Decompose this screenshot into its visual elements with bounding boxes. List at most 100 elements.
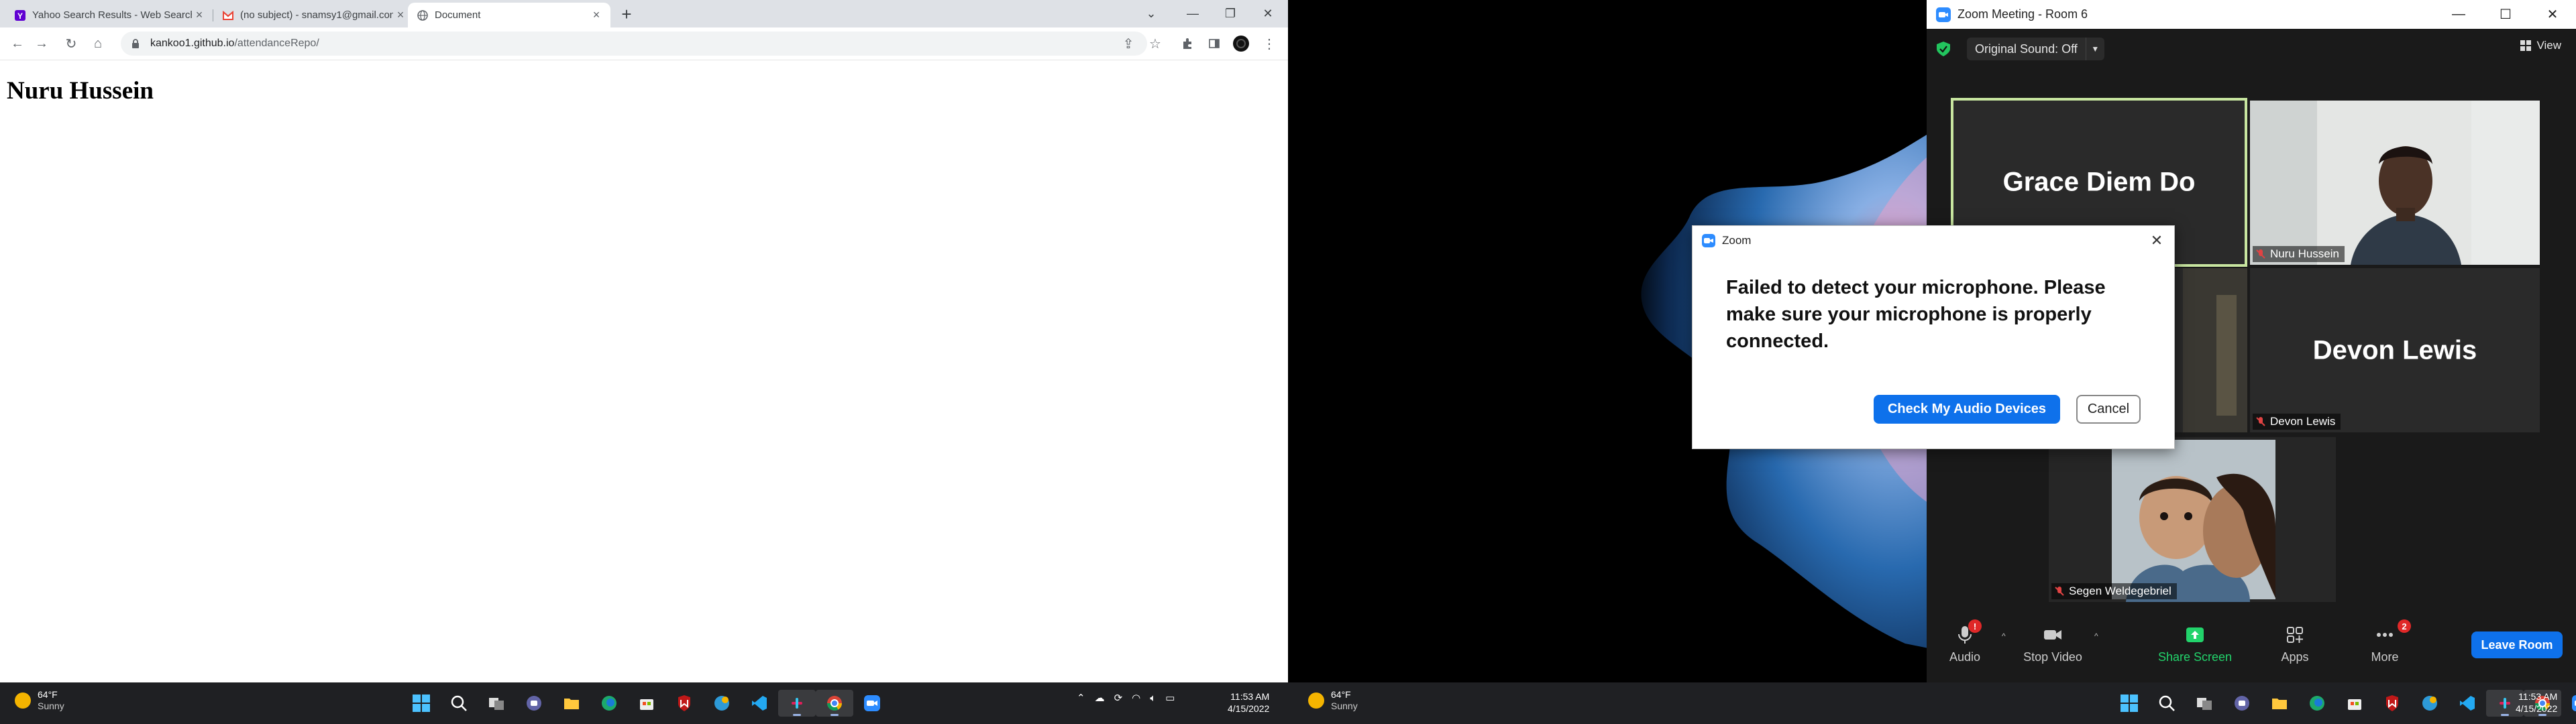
participant-name-tag: Nuru Hussein (2253, 246, 2345, 262)
zoom-close-button[interactable]: ✕ (2529, 0, 2576, 29)
tab-gmail[interactable]: (no subject) - snamsy1@gmail.com × (213, 3, 415, 27)
system-clock[interactable]: 11:53 AM 4/15/2022 (2516, 690, 2557, 715)
chevron-down-icon[interactable]: ⌄ (1132, 0, 1170, 27)
new-tab-button[interactable]: + (617, 4, 636, 24)
slack-icon[interactable] (778, 690, 816, 717)
muted-mic-icon (2054, 586, 2065, 597)
search-icon[interactable] (2148, 690, 2186, 717)
extensions-icon[interactable] (1179, 36, 1195, 52)
encryption-shield-icon[interactable] (1936, 41, 1951, 57)
page-viewport: Nuru Hussein (0, 61, 1288, 682)
participant-name-large: Grace Diem Do (2002, 167, 2196, 197)
participant-tile-devon[interactable]: Devon Lewis Devon Lewis (2250, 268, 2540, 432)
share-screen-button[interactable]: Share Screen (2155, 625, 2235, 673)
tab-yahoo-search[interactable]: Y Yahoo Search Results - Web Search × (5, 3, 213, 27)
reload-icon[interactable]: ↻ (63, 36, 79, 52)
participant-name-tag: Segen Weldegebriel (2051, 583, 2177, 599)
microphone-error-dialog: Zoom ✕ Failed to detect your microphone.… (1692, 225, 2175, 449)
windows-start-icon[interactable] (2110, 690, 2148, 717)
back-arrow-icon[interactable]: ← (9, 36, 25, 52)
participant-name: Nuru Hussein (2270, 247, 2339, 260)
svg-text:Y: Y (17, 11, 23, 21)
vscode-icon[interactable] (741, 690, 778, 717)
star-icon[interactable]: ☆ (1147, 36, 1163, 52)
store-icon[interactable] (2336, 690, 2373, 717)
close-icon[interactable]: × (589, 8, 604, 23)
close-icon[interactable]: × (192, 8, 207, 23)
wifi-icon[interactable]: ◠ (1132, 692, 1140, 704)
teams-chat-icon[interactable] (515, 690, 553, 717)
weather-widget[interactable]: 64°F Sunny (15, 689, 64, 712)
chevron-up-icon[interactable]: ⌃ (1077, 692, 1085, 704)
avatar[interactable] (1233, 36, 1249, 52)
audio-button[interactable]: Audio ! (1935, 619, 1995, 673)
search-icon[interactable] (440, 690, 478, 717)
mcafee-icon[interactable] (665, 690, 703, 717)
grid-icon (2520, 40, 2532, 51)
zoom-icon[interactable] (2561, 690, 2576, 717)
file-explorer-icon[interactable] (2261, 690, 2298, 717)
edge-icon[interactable] (2298, 690, 2336, 717)
forward-arrow-icon[interactable]: → (34, 36, 50, 52)
sync-icon[interactable]: ⟳ (1114, 692, 1123, 704)
volume-icon[interactable]: 🔈︎ (1150, 692, 1156, 704)
view-button[interactable]: View (2520, 39, 2561, 52)
address-bar[interactable]: kankoo1.github.io/attendanceRepo/ (121, 32, 1147, 56)
dialog-close-button[interactable]: ✕ (2147, 231, 2166, 250)
mcafee-icon[interactable] (2373, 690, 2411, 717)
onedrive-icon[interactable]: ☁ (1095, 692, 1105, 704)
chrome-icon[interactable] (816, 690, 853, 717)
url-text: kankoo1.github.io/attendanceRepo/ (150, 38, 319, 50)
share-icon[interactable]: ⇪ (1120, 36, 1136, 52)
zoom-icon[interactable] (853, 690, 891, 717)
participant-video-feed (2112, 440, 2276, 602)
windows-start-icon[interactable] (402, 690, 440, 717)
system-clock[interactable]: 11:53 AM 4/15/2022 (1228, 690, 1269, 715)
battery-icon[interactable]: ▭ (1165, 692, 1175, 704)
home-icon[interactable]: ⌂ (90, 36, 106, 52)
audio-options-caret[interactable]: ^ (2002, 631, 2006, 641)
task-view-icon[interactable] (2186, 690, 2223, 717)
file-explorer-icon[interactable] (553, 690, 590, 717)
taskbar-apps (402, 690, 891, 717)
stop-video-button[interactable]: Stop Video (2018, 625, 2088, 673)
more-notification-badge: 2 (2398, 619, 2411, 633)
weather-sync-icon[interactable] (2411, 690, 2449, 717)
muted-mic-icon (2255, 416, 2266, 427)
clock-time: 11:53 AM (2518, 691, 2558, 702)
original-sound-label: Original Sound: Off (1975, 42, 2078, 56)
weather-sync-icon[interactable] (703, 690, 741, 717)
weather-widget[interactable]: 64°F Sunny (1308, 689, 1358, 712)
gmail-icon (223, 10, 233, 21)
more-button[interactable]: More 2 (2355, 619, 2415, 673)
participant-tile-segen[interactable]: Segen Weldegebriel (2049, 437, 2336, 602)
close-icon[interactable]: × (393, 8, 408, 23)
leave-room-button[interactable]: Leave Room (2471, 631, 2563, 658)
side-panel-icon[interactable] (1206, 36, 1222, 52)
tab-document[interactable]: Document × (408, 3, 610, 27)
check-audio-devices-button[interactable]: Check My Audio Devices (1874, 395, 2060, 424)
video-options-caret[interactable]: ^ (2094, 631, 2098, 641)
original-sound-toggle[interactable]: Original Sound: Off ▼ (1967, 38, 2104, 60)
chevron-down-icon[interactable]: ▼ (2085, 38, 2104, 60)
minimize-button[interactable]: — (1174, 0, 1212, 27)
apps-button[interactable]: Apps (2265, 625, 2325, 673)
teams-chat-icon[interactable] (2223, 690, 2261, 717)
zoom-minimize-button[interactable]: — (2435, 0, 2482, 29)
cancel-button[interactable]: Cancel (2076, 395, 2141, 424)
participant-tile-nuru[interactable]: Nuru Hussein (2250, 101, 2540, 265)
vscode-icon[interactable] (2449, 690, 2486, 717)
zoom-maximize-button[interactable]: ☐ (2482, 0, 2529, 29)
kebab-menu-icon[interactable]: ⋮ (1261, 36, 1277, 52)
task-view-icon[interactable] (478, 690, 515, 717)
participant-name-tag: Devon Lewis (2253, 414, 2341, 430)
close-window-button[interactable]: ✕ (1249, 0, 1287, 27)
edge-icon[interactable] (590, 690, 628, 717)
zoom-logo-icon (1702, 234, 1715, 247)
weather-condition: Sunny (38, 701, 64, 711)
store-icon[interactable] (628, 690, 665, 717)
url-host: kankoo1.github.io (150, 38, 235, 49)
participant-name-large: Devon Lewis (2312, 335, 2477, 365)
zoom-title-bar: Zoom Meeting - Room 6 — ☐ ✕ (1927, 0, 2576, 29)
restore-button[interactable]: ❐ (1212, 0, 1249, 27)
